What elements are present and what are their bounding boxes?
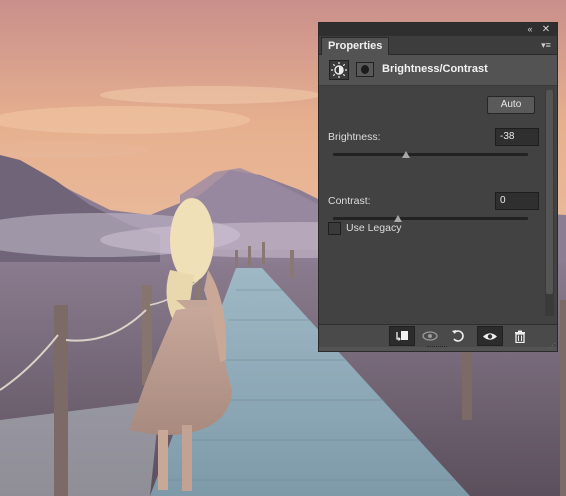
panel-bottom-toolbar (319, 324, 557, 347)
brightness-value-field[interactable]: -38 (495, 128, 539, 146)
tab-properties[interactable]: Properties (321, 37, 390, 55)
brightness-label: Brightness: (328, 131, 381, 143)
adjustment-header: Brightness/Contrast (319, 55, 557, 86)
adjustment-title: Brightness/Contrast (382, 63, 488, 75)
clip-to-layer-icon[interactable] (389, 326, 415, 346)
panel-menu-icon[interactable]: ▾≡ (539, 37, 553, 53)
delete-icon[interactable] (507, 326, 533, 346)
contrast-value-field[interactable]: 0 (495, 192, 539, 210)
layer-mask-icon[interactable] (356, 62, 374, 77)
use-legacy-label: Use Legacy (346, 222, 402, 234)
reset-icon[interactable] (445, 326, 471, 346)
close-panel-icon[interactable]: ✕ (539, 23, 553, 36)
adjustment-controls: Auto Brightness: -38 Contrast: 0 Use Leg… (319, 86, 557, 324)
panel-resize-grip[interactable] (427, 346, 447, 350)
view-previous-state-icon[interactable] (417, 326, 443, 346)
contrast-label: Contrast: (328, 195, 371, 207)
panel-scrollbar-thumb[interactable] (546, 90, 553, 294)
brightness-slider-track[interactable] (333, 153, 528, 156)
auto-button[interactable]: Auto (487, 96, 535, 114)
properties-panel: « ✕ Properties ▾≡ Brightness/Contrast Au… (318, 22, 558, 352)
panel-tab-bar: Properties ▾≡ (319, 36, 557, 55)
brightness-slider-knob[interactable] (401, 151, 410, 158)
panel-corner-resize-icon[interactable]: ⋰ (549, 343, 556, 350)
contrast-slider-knob[interactable] (394, 215, 402, 222)
contrast-slider-track[interactable] (333, 217, 528, 220)
brightness-contrast-icon[interactable] (329, 60, 349, 80)
toggle-visibility-icon[interactable] (477, 326, 503, 346)
panel-title-strip: « ✕ (319, 23, 557, 36)
panel-scrollbar[interactable] (545, 90, 554, 316)
use-legacy-checkbox[interactable] (328, 222, 341, 235)
collapse-panel-icon[interactable]: « (523, 23, 537, 36)
